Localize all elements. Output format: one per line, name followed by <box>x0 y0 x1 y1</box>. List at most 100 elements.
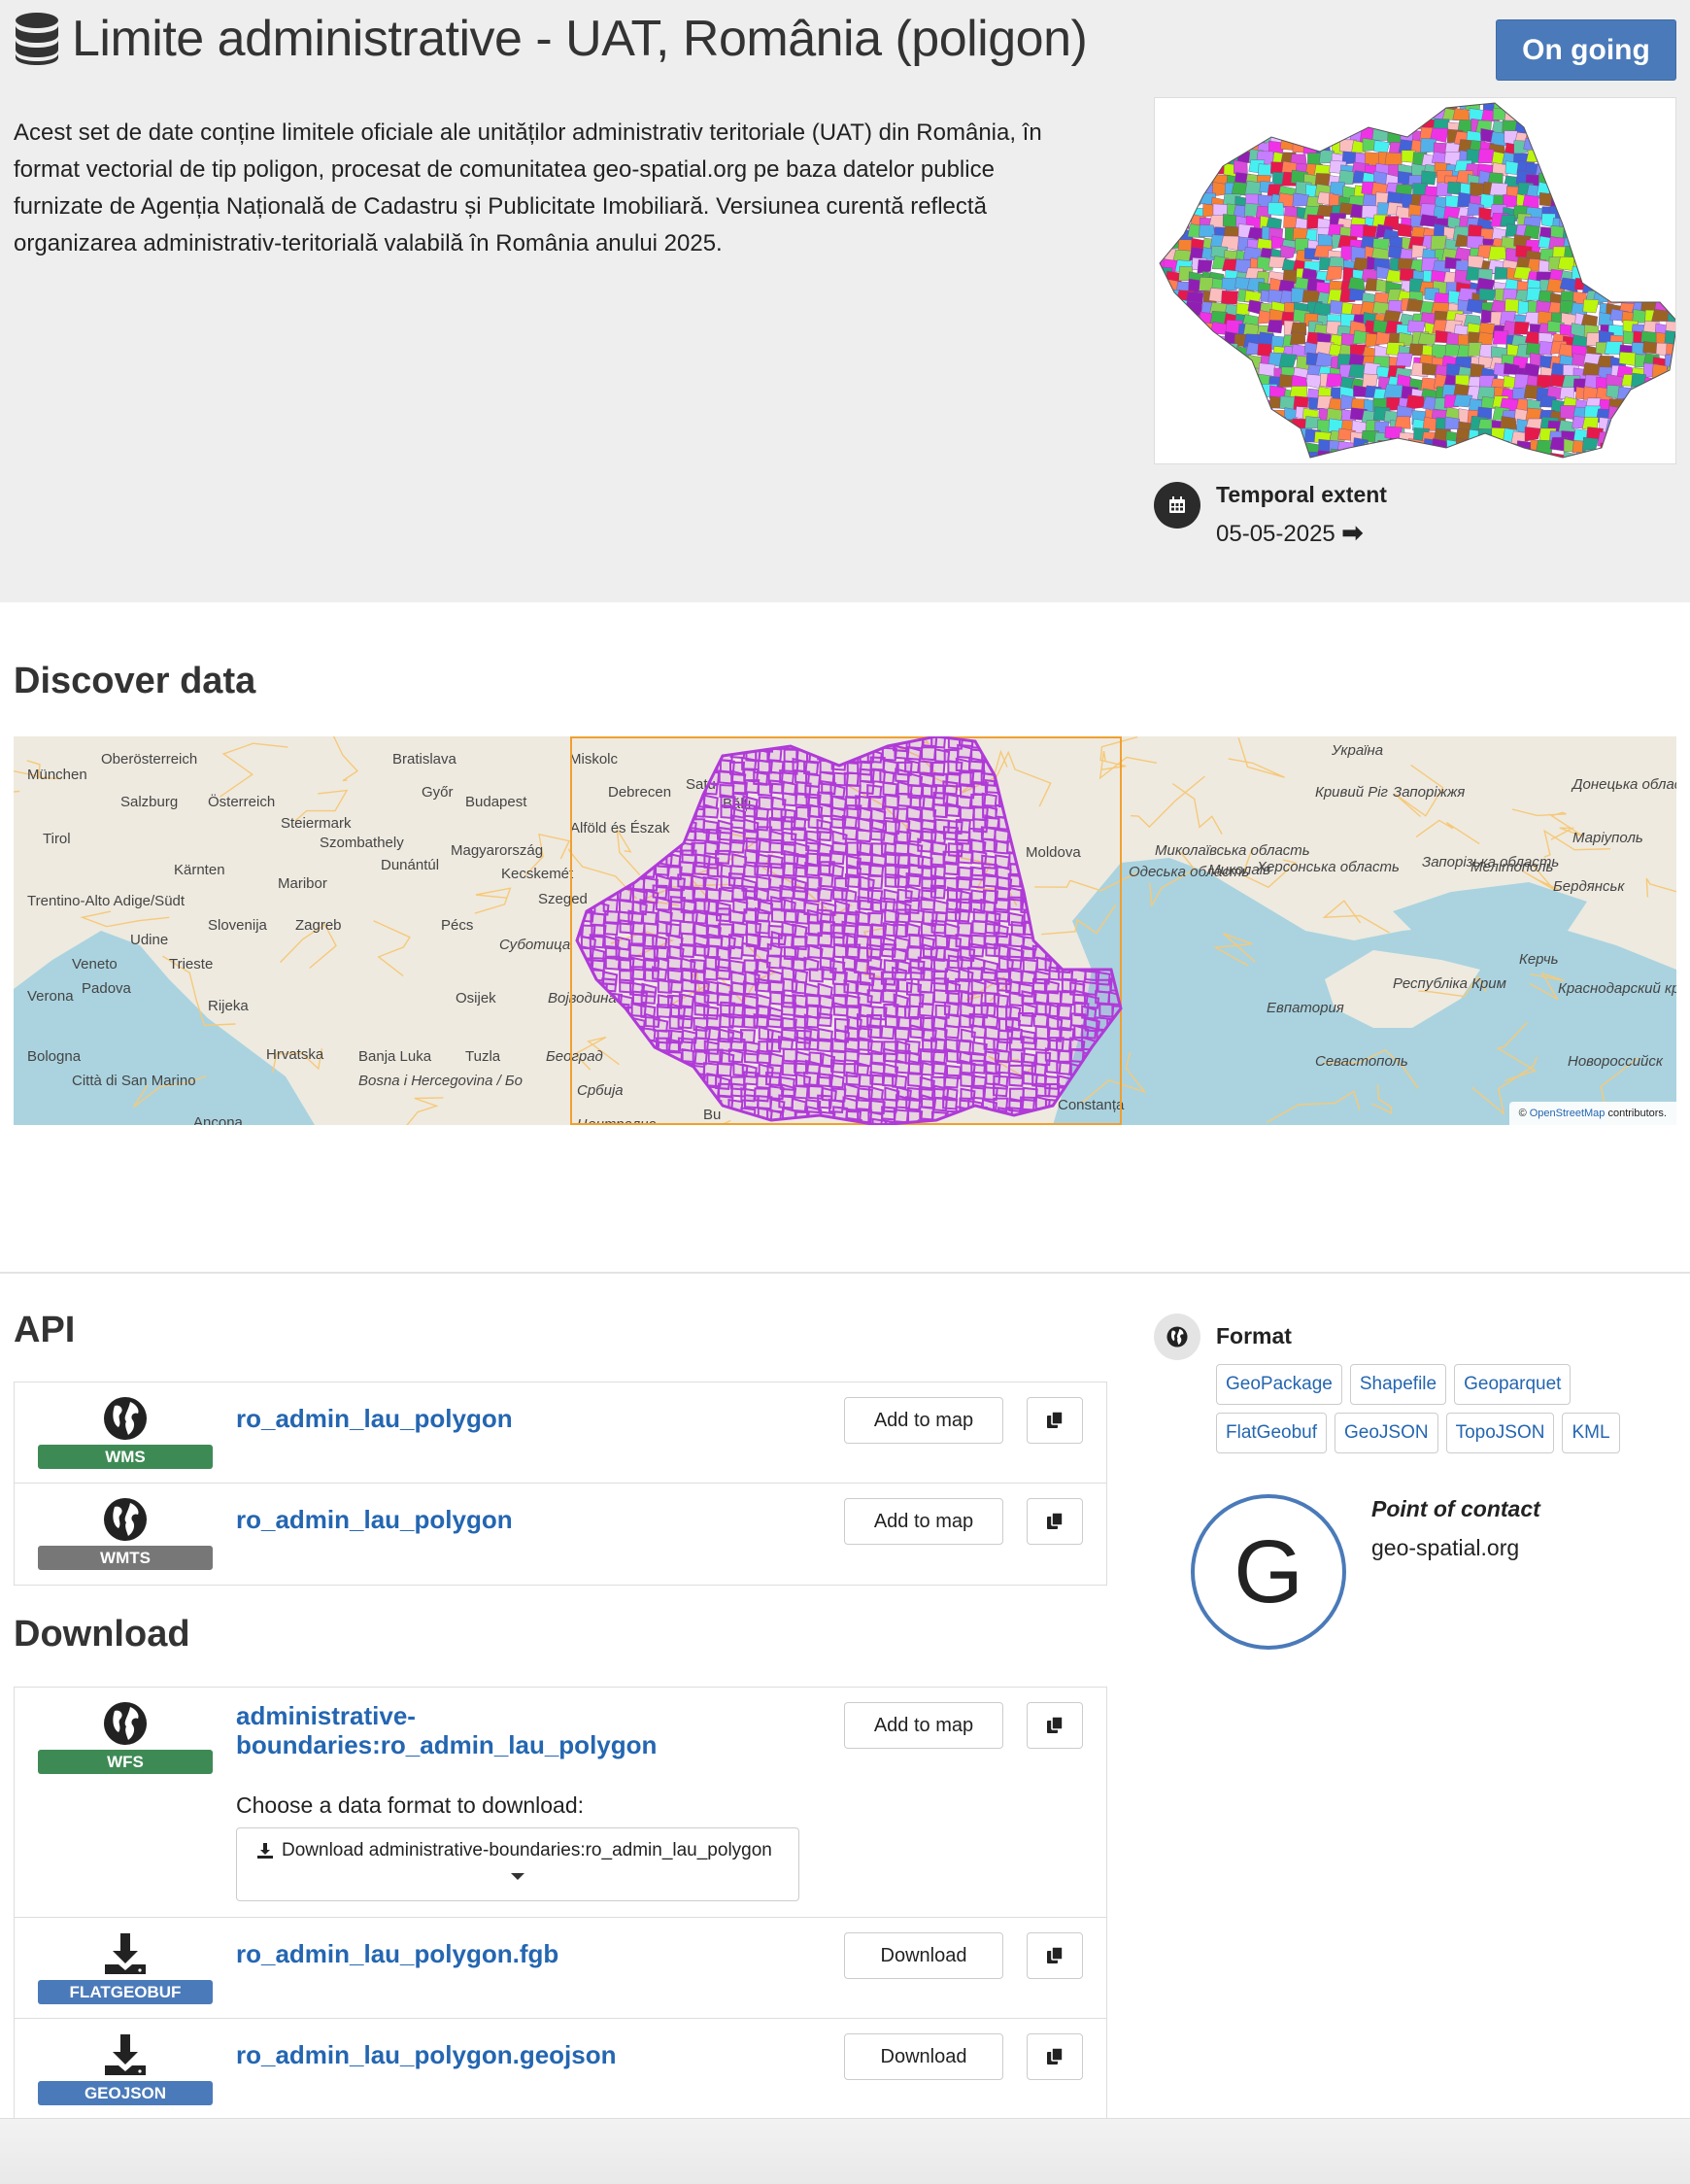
map-place-label: Österreich <box>208 793 275 810</box>
map-place-label: Slovenija <box>208 917 268 934</box>
osm-link[interactable]: OpenStreetMap <box>1530 1108 1606 1119</box>
uat-cell <box>1270 417 1286 432</box>
format-chip[interactable]: Shapefile <box>1349 1364 1447 1405</box>
uat-cell <box>1664 417 1675 432</box>
download-format-dropdown[interactable]: Download administrative-boundaries:ro_ad… <box>236 1827 799 1901</box>
uat-cell <box>1164 365 1181 381</box>
uat-cell <box>1618 235 1636 249</box>
uat-cell <box>1573 225 1591 241</box>
uat-cell <box>1573 460 1591 464</box>
uat-cell <box>1644 228 1661 242</box>
uat-cell <box>1186 421 1202 434</box>
wmts-badge: WMTS <box>38 1546 213 1570</box>
uat-cell <box>1160 164 1168 178</box>
uat-cell <box>1642 185 1659 199</box>
copy-icon <box>1047 1512 1064 1529</box>
discover-map[interactable]: München Oberösterreich Salzburg Österreich B… <box>14 736 1676 1125</box>
uat-cell <box>1664 153 1675 168</box>
map-canvas[interactable]: München Oberösterreich Salzburg Österreich B… <box>14 736 1676 1125</box>
format-chip[interactable]: KML <box>1562 1413 1620 1453</box>
download-button[interactable]: Download <box>844 1932 1003 1979</box>
status-button[interactable]: On going <box>1496 19 1676 81</box>
uat-cell <box>1278 354 1298 369</box>
uat-cell <box>1657 183 1673 197</box>
uat-cell <box>1630 437 1646 453</box>
uat-cell <box>1651 416 1668 429</box>
map-place-label: Мелітополь <box>1470 859 1554 875</box>
globe-icon <box>104 1702 147 1745</box>
uat-cell <box>1163 409 1183 423</box>
format-chip[interactable]: GeoPackage <box>1216 1364 1342 1405</box>
file-link[interactable]: ro_admin_lau_polygon.geojson <box>236 2040 617 2069</box>
copy-url-button[interactable] <box>1027 2033 1083 2080</box>
format-chip[interactable]: Geoparquet <box>1454 1364 1572 1405</box>
uat-cell <box>1654 236 1669 252</box>
uat-polygon <box>943 1001 961 1017</box>
uat-polygon <box>642 910 659 926</box>
add-to-map-button[interactable]: Add to map <box>844 1498 1003 1545</box>
map-place-label: Керчь <box>1519 951 1559 968</box>
uat-cell <box>1573 109 1590 123</box>
copy-url-button[interactable] <box>1027 1702 1083 1749</box>
uat-polygon <box>778 934 794 949</box>
api-layer-link[interactable]: ro_admin_lau_polygon <box>236 1505 513 1534</box>
uat-cell <box>1665 441 1675 455</box>
download-button[interactable]: Download <box>844 2033 1003 2080</box>
uat-polygon <box>908 908 925 924</box>
uat-cell <box>1549 172 1567 186</box>
uat-cell <box>1211 439 1229 454</box>
uat-cell <box>1467 461 1482 464</box>
uat-cell <box>1670 405 1675 419</box>
uat-cell <box>1585 171 1601 187</box>
uat-cell <box>1662 292 1675 306</box>
uat-cell <box>1552 152 1571 166</box>
uat-polygon <box>778 1035 794 1051</box>
uat-cell <box>1233 128 1250 144</box>
uat-cell <box>1160 185 1170 199</box>
wfs-layer-link[interactable]: administrative- boundaries:ro_admin_lau_… <box>236 1701 657 1759</box>
copy-url-button[interactable] <box>1027 1397 1083 1444</box>
uat-cell <box>1644 386 1661 401</box>
uat-cell <box>1186 461 1203 464</box>
uat-cell <box>1504 462 1521 464</box>
uat-cell <box>1191 397 1206 412</box>
format-chip[interactable]: FlatGeobuf <box>1216 1413 1327 1453</box>
uat-cell <box>1629 162 1647 175</box>
uat-cell <box>1631 140 1649 155</box>
format-label: Format <box>1216 1323 1292 1348</box>
uat-polygon <box>1032 1012 1049 1028</box>
uat-cell <box>1249 121 1266 136</box>
format-chip[interactable]: TopoJSON <box>1445 1413 1555 1453</box>
uat-polygon <box>728 933 745 949</box>
uat-cell <box>1376 440 1394 455</box>
format-block: Format GeoPackage Shapefile Geoparquet F… <box>1154 1314 1678 1453</box>
uat-polygon <box>629 966 646 981</box>
uat-polygon <box>867 874 884 890</box>
uat-cell <box>1656 398 1673 413</box>
uat-cell <box>1382 310 1402 324</box>
add-to-map-button[interactable]: Add to map <box>844 1397 1003 1444</box>
uat-cell <box>1561 460 1577 464</box>
uat-cell <box>1402 459 1416 464</box>
uat-cell <box>1235 451 1252 458</box>
api-layer-link[interactable]: ro_admin_lau_polygon <box>236 1404 513 1433</box>
uat-polygon <box>892 1074 908 1089</box>
contact-avatar: G <box>1191 1494 1346 1650</box>
uat-polygon <box>669 907 686 923</box>
copy-url-button[interactable] <box>1027 1498 1083 1545</box>
uat-cell <box>1331 463 1347 464</box>
copy-url-button[interactable] <box>1027 1932 1083 1979</box>
file-link[interactable]: ro_admin_lau_polygon.fgb <box>236 1939 558 1968</box>
map-place-label: Бердянськ <box>1553 878 1625 895</box>
uat-cell <box>1235 384 1253 398</box>
uat-cell <box>1573 170 1592 184</box>
add-to-map-button[interactable]: Add to map <box>844 1702 1003 1749</box>
uat-cell <box>1236 120 1254 135</box>
format-chip[interactable]: GeoJSON <box>1335 1413 1438 1453</box>
uat-cell <box>1301 290 1319 303</box>
uat-cell <box>1633 449 1648 458</box>
uat-polygon <box>652 966 668 981</box>
uat-cell <box>1653 130 1670 146</box>
uat-cell <box>1643 141 1660 156</box>
uat-cell <box>1668 119 1675 132</box>
